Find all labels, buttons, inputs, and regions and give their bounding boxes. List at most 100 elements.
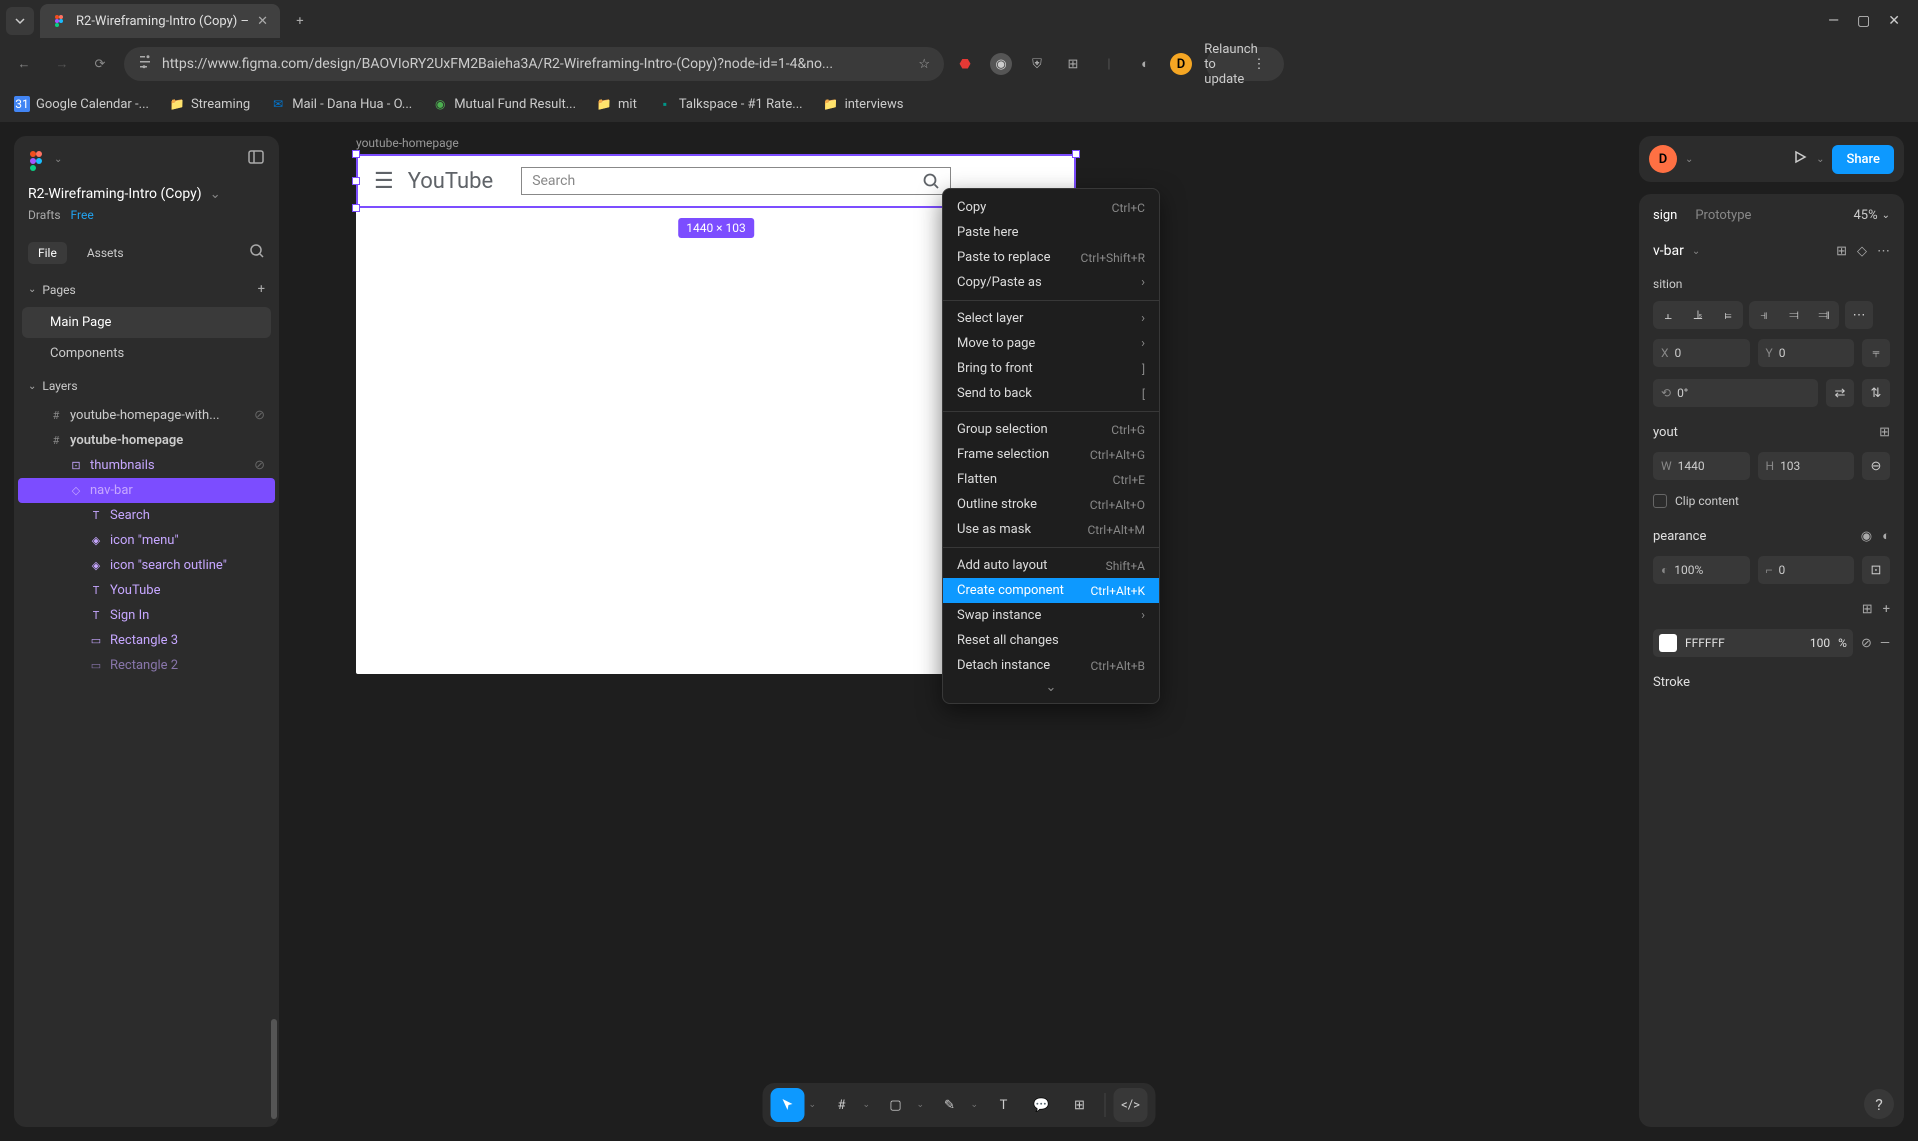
relaunch-button[interactable]: Relaunch to update⋮ [1206,47,1284,81]
align-left-icon[interactable]: ⫠ [1653,301,1683,329]
cm-paste-here[interactable]: Paste here [943,220,1159,245]
figma-logo-icon[interactable] [28,150,46,168]
add-page-icon[interactable]: + [258,282,265,297]
maximize-icon[interactable]: ▢ [1857,13,1870,29]
pages-header[interactable]: ⌄ Pages + [14,272,279,307]
radius-field[interactable]: ⌐0 [1758,556,1855,584]
cm-add-auto-layout[interactable]: Add auto layoutShift+A [943,553,1159,578]
radius-corners-icon[interactable]: ⊡ [1862,556,1890,584]
y-field[interactable]: Y0 [1758,339,1855,367]
chevron-down-icon[interactable]: ⌄ [971,1100,983,1110]
bookmark-google-calendar[interactable]: 31Google Calendar -... [14,96,149,112]
selection-name[interactable]: v-bar [1653,243,1684,259]
align-middle-v-icon[interactable]: ⫤ [1779,301,1809,329]
width-field[interactable]: W1440 [1653,452,1750,480]
chevron-down-icon[interactable]: ⌄ [809,1100,821,1110]
site-settings-icon[interactable] [138,54,154,74]
bookmark-mail[interactable]: ✉Mail - Dana Hua - O... [270,96,412,112]
share-button[interactable]: Share [1832,145,1894,174]
browser-tab[interactable]: R2-Wireframing-Intro (Copy) – ✕ [40,4,280,38]
layer-youtube-text[interactable]: T YouTube [18,578,275,603]
frame-tool[interactable]: # [825,1088,859,1122]
shield-icon[interactable]: ⛨ [1026,53,1048,75]
align-top-icon[interactable]: ⫣ [1749,301,1779,329]
chevron-down-icon[interactable]: ⌄ [54,154,62,165]
layer-icon-menu[interactable]: ◈ icon "menu" [18,528,275,553]
panel-toggle-icon[interactable] [247,148,265,170]
forward-button[interactable]: → [48,50,76,78]
layer-icon-search[interactable]: ◈ icon "search outline" [18,553,275,578]
cm-detach-instance[interactable]: Detach instanceCtrl+Alt+B [943,653,1159,678]
page-components[interactable]: Components [22,338,271,369]
cm-bring-to-front[interactable]: Bring to front] [943,356,1159,381]
bookmark-interviews[interactable]: 📁interviews [823,96,904,112]
cm-outline-stroke[interactable]: Outline strokeCtrl+Alt+O [943,492,1159,517]
minimize-icon[interactable]: — [1828,13,1839,29]
cm-send-to-back[interactable]: Send to back[ [943,381,1159,406]
drafts-label[interactable]: Drafts [28,208,61,222]
layers-header[interactable]: ⌄ Layers [14,369,279,403]
auto-layout-icon[interactable]: ⊞ [1879,425,1890,440]
cm-group-selection[interactable]: Group selectionCtrl+G [943,417,1159,442]
tab-assets[interactable]: Assets [77,242,134,264]
cm-reset-all-changes[interactable]: Reset all changes [943,628,1159,653]
clip-checkbox[interactable] [1653,494,1667,508]
fill-color-field[interactable]: FFFFFF 100 % [1653,629,1853,657]
comment-tool[interactable]: 💬 [1025,1088,1059,1122]
selection-handle[interactable] [1072,150,1080,158]
cm-move-to-page[interactable]: Move to page› [943,331,1159,356]
menu-scroll-down-icon[interactable]: ⌄ [943,678,1159,697]
align-center-h-icon[interactable]: ⫡ [1683,301,1713,329]
scrollbar-thumb[interactable] [271,1019,277,1119]
cm-use-as-mask[interactable]: Use as maskCtrl+Alt+M [943,517,1159,542]
free-badge[interactable]: Free [71,208,94,222]
bookmark-star-icon[interactable]: ☆ [918,57,930,72]
tab-prototype[interactable]: Prototype [1695,208,1751,223]
chevron-down-icon[interactable]: ⌄ [1692,246,1700,257]
layer-signin-text[interactable]: T Sign In [18,603,275,628]
rectangle-tool[interactable]: ▢ [879,1088,913,1122]
chevron-down-icon[interactable]: ⌄ [1816,154,1824,165]
layer-youtube-homepage[interactable]: # youtube-homepage [18,428,275,453]
remove-fill-icon[interactable]: — [1880,636,1890,651]
color-swatch[interactable] [1659,634,1677,652]
camera-ext-icon[interactable]: ◉ [990,53,1012,75]
opacity-field[interactable]: ◐100% [1653,556,1750,584]
ublock-icon[interactable]: ⬣ [954,53,976,75]
chevron-down-icon[interactable]: ⌄ [917,1100,929,1110]
close-window-icon[interactable]: ✕ [1888,13,1900,29]
present-button[interactable] [1792,149,1808,169]
layer-youtube-homepage-with[interactable]: # youtube-homepage-with... ⊘ [18,403,275,428]
url-bar[interactable]: https://www.figma.com/design/BAOVIoRY2Ux… [124,47,944,81]
file-title-row[interactable]: R2-Wireframing-Intro (Copy) ⌄ [14,182,279,208]
selection-handle[interactable] [352,150,360,158]
layer-rectangle-3[interactable]: ▭ Rectangle 3 [18,628,275,653]
new-tab-button[interactable]: + [286,7,314,35]
flip-v-icon[interactable]: ⇅ [1862,379,1890,407]
selection-handle[interactable] [352,177,360,185]
rotation-field[interactable]: ⟲0° [1653,379,1818,407]
actions-tool[interactable]: ⊞ [1063,1088,1097,1122]
add-fill-icon[interactable]: + [1883,602,1890,617]
back-button[interactable]: ← [10,50,38,78]
align-bottom-icon[interactable]: ⫥ [1809,301,1839,329]
bookmark-mutual-fund[interactable]: ◉Mutual Fund Result... [432,96,576,112]
cm-copy-paste-as[interactable]: Copy/Paste as› [943,270,1159,295]
more-align-icon[interactable]: ⋯ [1845,301,1873,329]
layer-nav-bar[interactable]: ◇ nav-bar [18,478,275,503]
align-right-icon[interactable]: ⫢ [1713,301,1743,329]
hidden-icon[interactable]: ⊘ [254,458,265,473]
pen-tool[interactable]: ✎ [933,1088,967,1122]
more-icon[interactable]: ⋯ [1877,244,1890,259]
bookmark-mit[interactable]: 📁mit [596,96,637,112]
move-tool[interactable] [771,1088,805,1122]
link-wh-icon[interactable]: ⊖ [1862,452,1890,480]
styles-icon[interactable]: ⊞ [1862,602,1873,617]
profile-avatar[interactable]: D [1170,53,1192,75]
reload-button[interactable]: ⟳ [86,50,114,78]
flip-h-icon[interactable]: ⇄ [1826,379,1854,407]
cm-paste-replace[interactable]: Paste to replaceCtrl+Shift+R [943,245,1159,270]
zoom-control[interactable]: 45%⌄ [1853,208,1890,223]
hidden-icon[interactable]: ⊘ [254,408,265,423]
chevron-down-icon[interactable]: ⌄ [863,1100,875,1110]
